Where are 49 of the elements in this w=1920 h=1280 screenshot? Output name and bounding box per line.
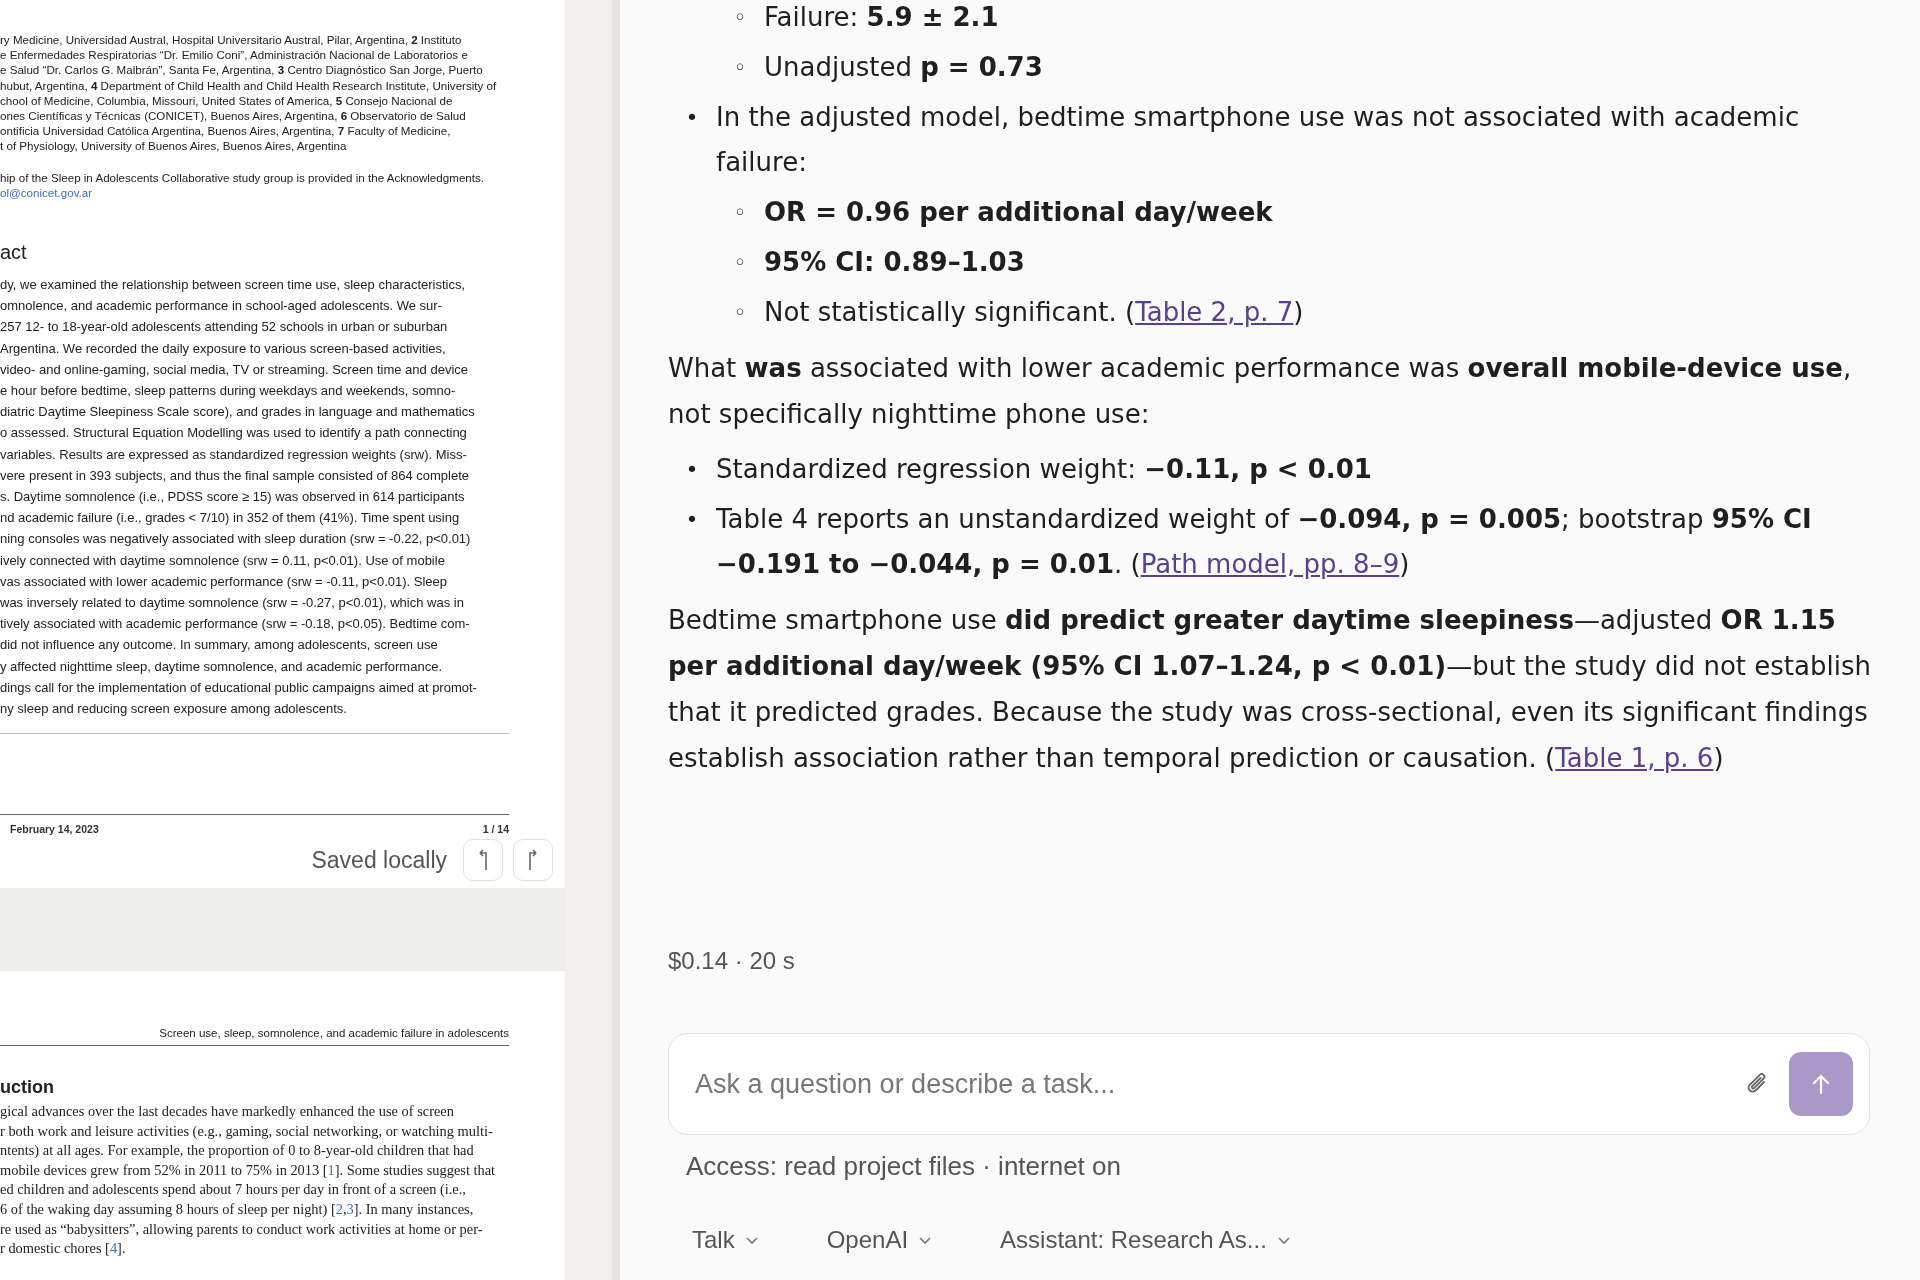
list-item: Unadjusted p = 0.73 [764, 51, 1044, 84]
list-item: In the adjusted model, bedtime smartphone use was not associated with academic failure: [716, 101, 1801, 179]
citation-link[interactable]: Table 1, p. 6 [1555, 743, 1714, 773]
section-heading: act [0, 240, 28, 265]
list-item: Standardized regression weight: −0.11, p < 0.01 [716, 453, 1373, 486]
chevron-down-icon [744, 1235, 759, 1245]
list-item: Not statistically significant. (Table 2, p. 7) [764, 296, 1305, 329]
list-marker: • [684, 456, 700, 484]
dropdown-selector[interactable]: Talk [676, 1222, 775, 1258]
list-item: Table 4 reports an unstandardized weight of −0.094, p = 0.005; bootstrap 95% CI −0.191 to −0.044, p = 0.01. (Path model, pp. 8–9) [716, 503, 1813, 581]
composer-field[interactable]: Ask a question or describe a task... [668, 1033, 1870, 1135]
email-link[interactable]: ol@conicet.gov.ar [0, 184, 509, 201]
list-marker: ◦ [732, 249, 748, 277]
abstract-text: dy, we examined the relationship between screen time use, sleep characteristics, omnolence, and academic performance in school-aged adolescents. We sur- 257 12- to 18-year-old adolescents attending 52 schools in urban or suburban Argentina. We recorded the daily exposure to various screen-based activities, video- and online-gaming, social media, TV or streaming. Screen time and device e hour before bedtime, sleep patterns during weekdays and weekends, somno- diatric Daytime Sleepiness Scale score), and grades in language and mathematics o assessed. Structural Equation Modelling was used to identify a path connecting variables. Results are expressed as standardized regression weights (srw). Miss- vere present in 393 subjects, and thus the final sample consisted of 864 complete s. Daytime somnolence (i.e., PDSS score ≥ 15) was observed in 614 participants nd academic failure (i.e., grades < 7/10) in 352 of them (41%). Time spent using ning consoles was negatively associated with sleep duration (srw = -0.22, p<0.01) ively connected with daytime somnolence (srw = 0.11, p<0.01). Use of mobile vas associated with lower academic performance (srw = -0.11, p<0.01). Sleep was inversely related to daytime somnolence (srw = -0.27, p<0.01), which was in tively associated with academic performance (srw = -0.18, p<0.05). Bedtime com- did not influence any outcome. In summary, among adolescents, screen use y affected nighttime sleep, daytime somnolence, and academic performance. dings call for the implementation of educational public campaigns aimed at promot- ny sleep and reducing screen exposure among adolescents. [0, 276, 478, 719]
citation-link[interactable]: 1 [327, 1161, 335, 1178]
affiliations-text: ry Medicine, Universidad Austral, Hospital Universitario Austral, Pilar, Argentina, 2 Instituto e Enfermedades Respiratorias “Dr. Emilio Coni”, Administración Nacional de Laboratorios e e Salud “Dr. Carlos G. Malbrán”, Santa Fe, Argentina, 3 Centro Diagnóstico San Jorge, Puerto hubut, Argentina, 4 Department of Child Health and Child Health Research Institute, University of chool of Medicine, Columbia, Missouri, United States of America, 5 Consejo Nacional de ones Científicas y Técnicas (CONICET), Buenos Aires, Argentina, 6 Observatorio de Salud ontificia Universidad Católica Argentina, Buenos Aires, Argentina, 7 Faculty of Medicine, t of Physiology, University of Buenos Aires, Buenos Aires, Argentina [0, 32, 498, 154]
citation-link[interactable]: Table 2, p. 7 [1135, 297, 1294, 327]
citation-link[interactable]: 3 [346, 1200, 354, 1217]
answer-paragraph: Bedtime smartphone use did predict greater daytime sleepiness—adjusted OR 1.15 per additional day/week (95% CI 1.07–1.24, p < 0.01)—but the study did not establish that it predicted grades. Because the study was cross-sectional, even its significant findings establish association rather than temporal prediction or causation. (Table 1, p. 6) [668, 604, 1872, 775]
citation-link[interactable]: 2 [335, 1200, 343, 1217]
list-marker: ◦ [732, 199, 748, 227]
list-item: 95% CI: 0.89–1.03 [764, 246, 1026, 279]
group-note: hip of the Sleep in Adolescents Collaborative study group is provided in the Acknowledgments. [0, 169, 485, 185]
list-marker: • [684, 506, 700, 534]
list-marker: ◦ [732, 4, 748, 32]
redo-button[interactable] [513, 839, 553, 882]
citation-link[interactable]: 4 [109, 1240, 118, 1257]
response-meta: $0.14 · 20 s [668, 947, 796, 975]
answer-paragraph: What was associated with lower academic performance was overall mobile-device use, not specifically nighttime phone use: [668, 352, 1853, 431]
running-header: Screen use, sleep, somnolence, and academic failure in adolescents [158, 1027, 509, 1039]
list-marker: ◦ [732, 54, 748, 82]
body-text: gical advances over the last decades have markedly enhanced the use of screen r both work and leisure activities (e.g., gaming, social networking, or watching multi- ntents) at all ages. For example, the proportion of 0 to 8-year-old children that had mobile devices grew from 52% in 2011 to 75% in 2013 [1]. Some studies suggest that ed children and adolescents spend about 7 hours per day in front of a screen (i.e., 6 of the waking day assuming 8 hours of sleep per night) [2,3]. In many instances, re used as “babysitters”, allowing parents to conduct work activities at home or per- r domestic chores [4]. [0, 1102, 497, 1259]
list-marker: • [684, 104, 700, 132]
list-item: OR = 0.96 per additional day/week [764, 196, 1274, 229]
list-marker: ◦ [732, 299, 748, 327]
send-button[interactable] [1789, 1052, 1853, 1116]
section-heading: uction [0, 1076, 55, 1098]
chevron-down-icon [1276, 1235, 1291, 1245]
dropdown-selector[interactable]: Assistant: Research As... [984, 1222, 1307, 1258]
citation-link[interactable]: Path model, pp. 8–9 [1140, 549, 1400, 579]
undo-button[interactable] [463, 839, 503, 882]
dropdown-selector[interactable]: OpenAI [810, 1222, 949, 1258]
message-input[interactable]: Ask a question or describe a task... [693, 1067, 1727, 1101]
list-item: Failure: 5.9 ± 2.1 [764, 1, 1000, 34]
save-status: Saved locally [311, 846, 447, 874]
page-number: 1 / 14 [482, 823, 509, 836]
chevron-down-icon [918, 1235, 933, 1245]
access-note: Access: read project files · internet on [686, 1151, 1122, 1182]
page-date: February 14, 2023 [10, 823, 99, 836]
